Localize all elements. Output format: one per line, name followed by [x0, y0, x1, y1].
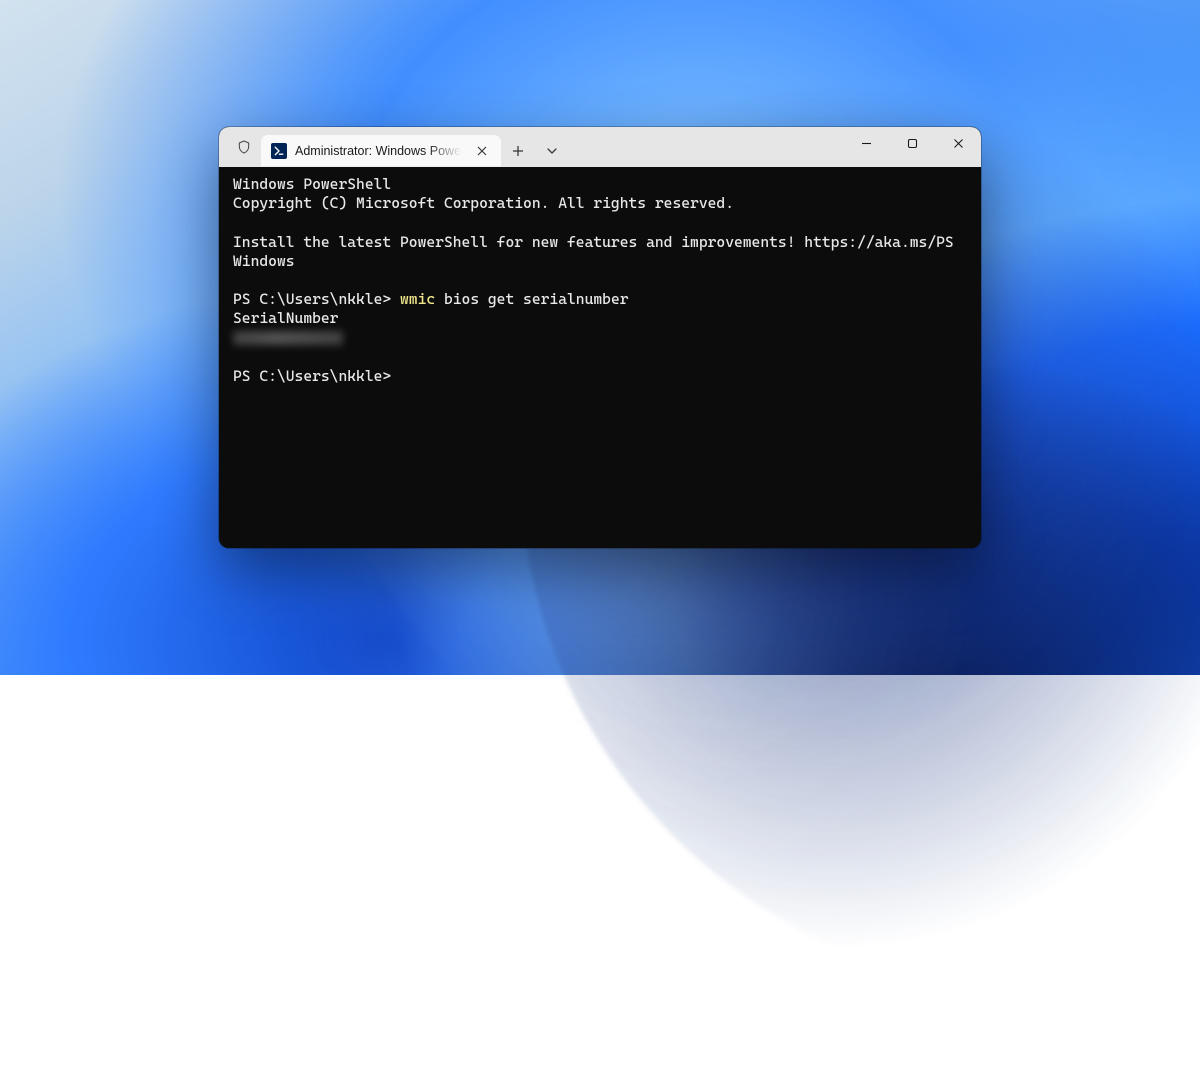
minimize-icon [861, 138, 872, 149]
output-header: SerialNumber [233, 309, 967, 328]
window-titlebar[interactable]: Administrator: Windows PowerShell [219, 127, 981, 167]
redacted-serial [233, 331, 343, 345]
tip-line: Windows [233, 252, 967, 271]
prompt-line: PS C:\Users\nkkle> [233, 367, 967, 386]
prompt-line: PS C:\Users\nkkle> wmic bios get serialn… [233, 290, 967, 309]
tab-close-button[interactable] [473, 142, 491, 160]
blank-line [233, 348, 967, 367]
new-tab-button[interactable] [501, 135, 535, 167]
powershell-icon [271, 143, 287, 159]
maximize-icon [907, 138, 918, 149]
tab-title: Administrator: Windows PowerShell [295, 144, 465, 158]
terminal-output[interactable]: Windows PowerShellCopyright (C) Microsof… [219, 167, 981, 548]
plus-icon [512, 145, 524, 157]
chevron-down-icon [546, 145, 558, 157]
output-value-redacted [233, 329, 967, 348]
maximize-button[interactable] [889, 127, 935, 159]
command-keyword: wmic [400, 290, 435, 308]
tip-line: Install the latest PowerShell for new fe… [233, 233, 967, 252]
banner-line: Copyright (C) Microsoft Corporation. All… [233, 194, 967, 213]
minimize-button[interactable] [843, 127, 889, 159]
prompt-prefix: PS C:\Users\nkkle> [233, 290, 400, 308]
close-icon [953, 138, 964, 149]
close-icon [477, 146, 487, 156]
window-caption-buttons [843, 127, 981, 167]
blank-line [233, 271, 967, 290]
tab-dropdown-button[interactable] [535, 135, 569, 167]
uac-shield-icon [227, 127, 261, 167]
tab-powershell[interactable]: Administrator: Windows PowerShell [261, 135, 501, 167]
tab-strip: Administrator: Windows PowerShell [219, 127, 569, 167]
banner-line: Windows PowerShell [233, 175, 967, 194]
close-window-button[interactable] [935, 127, 981, 159]
blank-line [233, 213, 967, 232]
command-args: bios get serialnumber [435, 290, 628, 308]
terminal-window: Administrator: Windows PowerShell [219, 127, 981, 548]
